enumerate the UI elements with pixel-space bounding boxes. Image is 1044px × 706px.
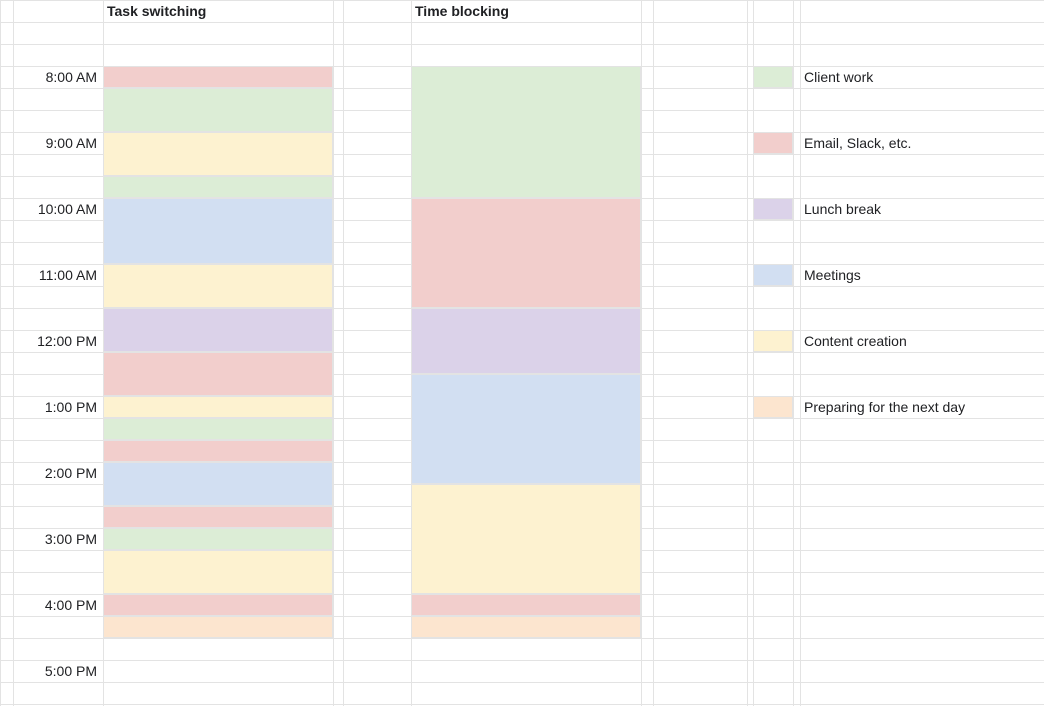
grid-vline (333, 0, 334, 706)
time-label: 9:00 AM (0, 135, 97, 151)
grid-hline (0, 638, 1044, 639)
grid-hline (0, 682, 1044, 683)
grid-vline (0, 0, 1, 706)
task-switching-block[interactable] (103, 594, 333, 616)
task-switching-block[interactable] (103, 550, 333, 594)
legend-label: Content creation (804, 333, 907, 349)
time-blocking-block[interactable] (411, 198, 641, 308)
grid-vline (641, 0, 642, 706)
task-switching-block[interactable] (103, 264, 333, 308)
time-blocking-block[interactable] (411, 484, 641, 594)
time-label: 10:00 AM (0, 201, 97, 217)
legend-swatch-content (753, 330, 793, 352)
grid-vline (653, 0, 654, 706)
task-switching-block[interactable] (103, 198, 333, 264)
task-switching-block[interactable] (103, 616, 333, 638)
task-switching-block[interactable] (103, 176, 333, 198)
task-switching-block[interactable] (103, 88, 333, 132)
time-label: 8:00 AM (0, 69, 97, 85)
legend-label: Email, Slack, etc. (804, 135, 911, 151)
legend-swatch-client (753, 66, 793, 88)
task-switching-block[interactable] (103, 308, 333, 352)
header-time-blocking: Time blocking (415, 3, 509, 19)
time-blocking-block[interactable] (411, 594, 641, 616)
time-label: 11:00 AM (0, 267, 97, 283)
legend-label: Client work (804, 69, 873, 85)
task-switching-block[interactable] (103, 132, 333, 176)
legend-swatch-prep (753, 396, 793, 418)
time-label: 12:00 PM (0, 333, 97, 349)
task-switching-block[interactable] (103, 506, 333, 528)
task-switching-block[interactable] (103, 528, 333, 550)
time-blocking-block[interactable] (411, 66, 641, 198)
grid-vline (343, 0, 344, 706)
task-switching-block[interactable] (103, 396, 333, 418)
header-task-switching: Task switching (107, 3, 206, 19)
task-switching-block[interactable] (103, 440, 333, 462)
grid-vline (753, 0, 754, 706)
task-switching-block[interactable] (103, 352, 333, 396)
time-label: 2:00 PM (0, 465, 97, 481)
legend-swatch-email (753, 132, 793, 154)
grid-hline (0, 704, 1044, 705)
time-label: 3:00 PM (0, 531, 97, 547)
grid-hline (0, 22, 1044, 23)
time-blocking-block[interactable] (411, 374, 641, 484)
grid-hline (0, 0, 1044, 1)
task-switching-block[interactable] (103, 66, 333, 88)
task-switching-block[interactable] (103, 418, 333, 440)
grid-hline (0, 660, 1044, 661)
time-label: 5:00 PM (0, 663, 97, 679)
legend-swatch-lunch (753, 198, 793, 220)
grid-vline (13, 0, 14, 706)
grid-vline (800, 0, 801, 706)
time-blocking-block[interactable] (411, 308, 641, 374)
grid-vline (747, 0, 748, 706)
legend-label: Preparing for the next day (804, 399, 965, 415)
grid-hline (0, 44, 1044, 45)
task-switching-block[interactable] (103, 462, 333, 506)
legend-label: Lunch break (804, 201, 881, 217)
legend-swatch-meetings (753, 264, 793, 286)
legend-label: Meetings (804, 267, 861, 283)
spreadsheet-grid: Task switching Time blocking 8:00 AM 9:0… (0, 0, 1044, 706)
grid-vline (793, 0, 794, 706)
time-blocking-block[interactable] (411, 616, 641, 638)
time-label: 1:00 PM (0, 399, 97, 415)
time-label: 4:00 PM (0, 597, 97, 613)
